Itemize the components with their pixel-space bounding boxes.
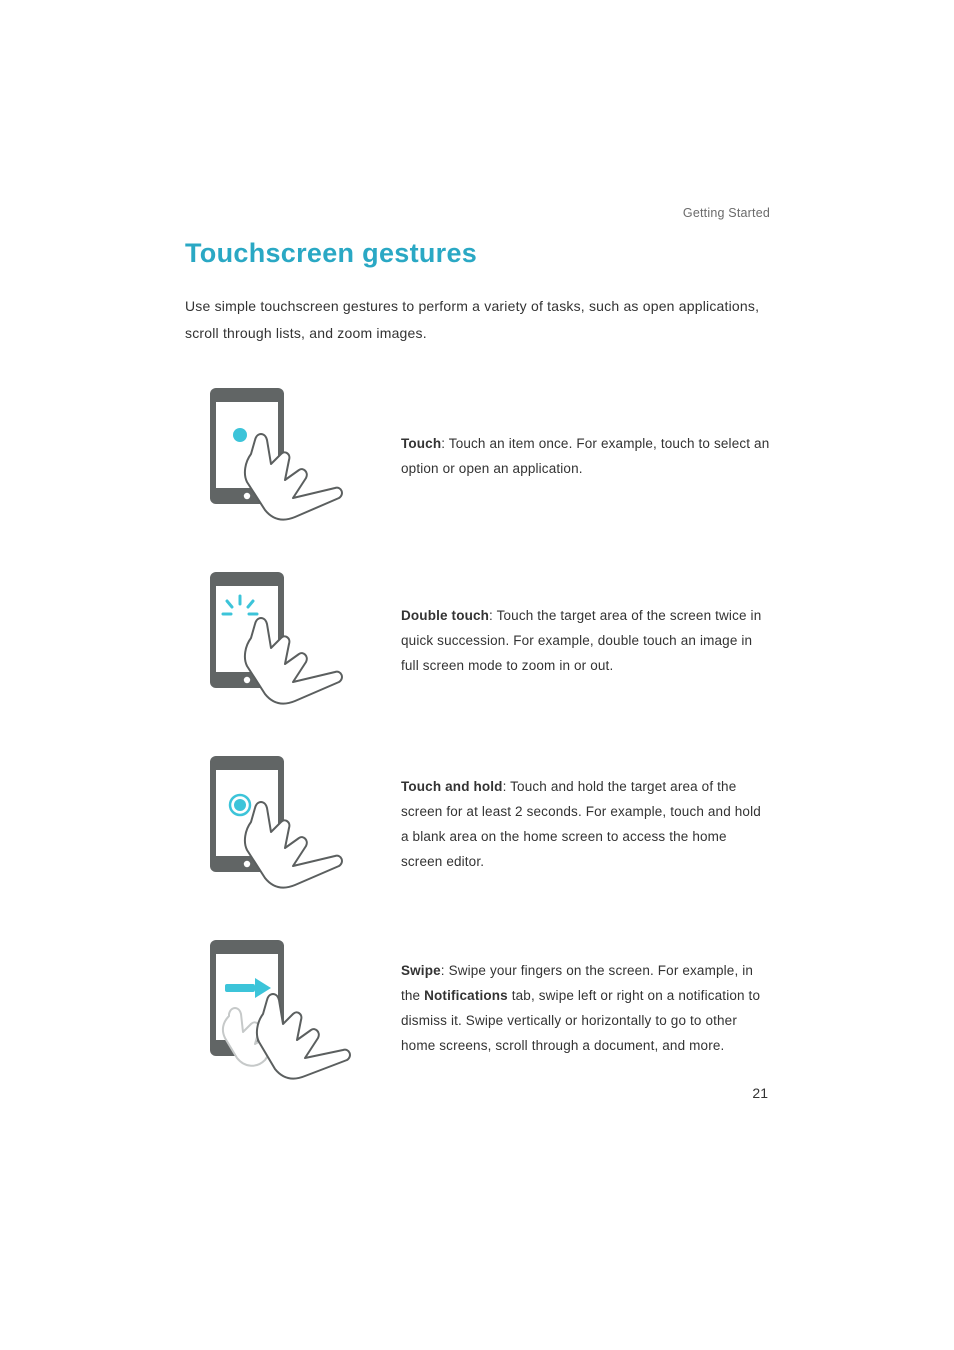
gesture-list: Touch: Touch an item once. For example, … (185, 382, 770, 1084)
gesture-desc: Double touch: Touch the target area of t… (365, 604, 770, 679)
gesture-desc: Touch: Touch an item once. For example, … (365, 432, 770, 482)
gesture-row-swipe: Swipe: Swipe your fingers on the screen.… (185, 934, 770, 1084)
notifications-strong: Notifications (424, 988, 508, 1003)
gesture-text: : Touch an item once. For example, touch… (401, 436, 769, 476)
gesture-desc: Swipe: Swipe your fingers on the screen.… (365, 959, 770, 1059)
intro-paragraph: Use simple touchscreen gestures to perfo… (185, 293, 770, 346)
section-header-label: Getting Started (185, 206, 770, 220)
gesture-row-double-touch: Double touch: Touch the target area of t… (185, 566, 770, 716)
swipe-illustration (185, 934, 365, 1084)
double-touch-illustration (185, 566, 365, 716)
gesture-label: Touch and hold (401, 779, 503, 794)
page-number: 21 (752, 1085, 768, 1101)
touch-hold-illustration (185, 750, 365, 900)
document-page: Getting Started Touchscreen gestures Use… (185, 206, 770, 1118)
touch-illustration (185, 382, 365, 532)
gesture-label: Swipe (401, 963, 441, 978)
gesture-row-touch-hold: Touch and hold: Touch and hold the targe… (185, 750, 770, 900)
gesture-label: Touch (401, 436, 441, 451)
gesture-label: Double touch (401, 608, 489, 623)
gesture-desc: Touch and hold: Touch and hold the targe… (365, 775, 770, 875)
gesture-row-touch: Touch: Touch an item once. For example, … (185, 382, 770, 532)
page-title: Touchscreen gestures (185, 238, 770, 269)
